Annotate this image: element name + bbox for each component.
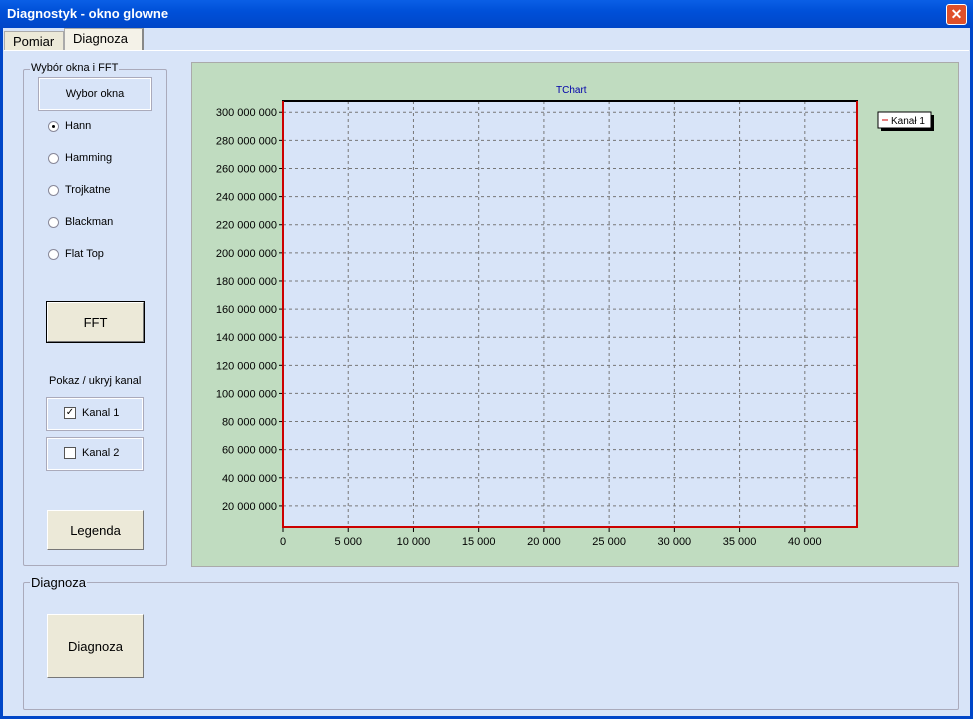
x-tick-label: 35 000 [723,536,757,548]
y-tick-label: 100 000 000 [216,388,277,400]
y-tick-label: 20 000 000 [222,501,277,513]
y-tick-label: 280 000 000 [216,135,277,147]
y-tick-label: 220 000 000 [216,220,277,232]
y-tick-label: 260 000 000 [216,163,277,175]
x-tick-label: 20 000 [527,536,561,548]
x-tick-label: 30 000 [658,536,692,548]
y-tick-label: 200 000 000 [216,248,277,260]
y-tick-label: 40 000 000 [222,473,277,485]
x-tick-label: 10 000 [397,536,431,548]
x-tick-label: 40 000 [788,536,822,548]
diagnosis-button[interactable]: Diagnoza [47,614,144,678]
y-tick-label: 120 000 000 [216,360,277,372]
y-tick-label: 140 000 000 [216,332,277,344]
x-tick-label: 25 000 [592,536,626,548]
y-tick-label: 180 000 000 [216,276,277,288]
legend-entry: Kanał 1 [891,116,925,127]
x-tick-label: 5 000 [334,536,362,548]
x-tick-label: 15 000 [462,536,496,548]
diagnosis-group-title: Diagnoza [30,575,87,590]
y-tick-label: 240 000 000 [216,192,277,204]
y-tick-label: 160 000 000 [216,304,277,316]
x-tick-label: 0 [280,536,286,548]
diagnosis-group: Diagnoza [23,575,959,710]
chart-title: TChart [556,85,587,96]
y-tick-label: 60 000 000 [222,445,277,457]
y-tick-label: 80 000 000 [222,417,277,429]
plot-area [283,101,857,527]
y-tick-label: 300 000 000 [216,107,277,119]
